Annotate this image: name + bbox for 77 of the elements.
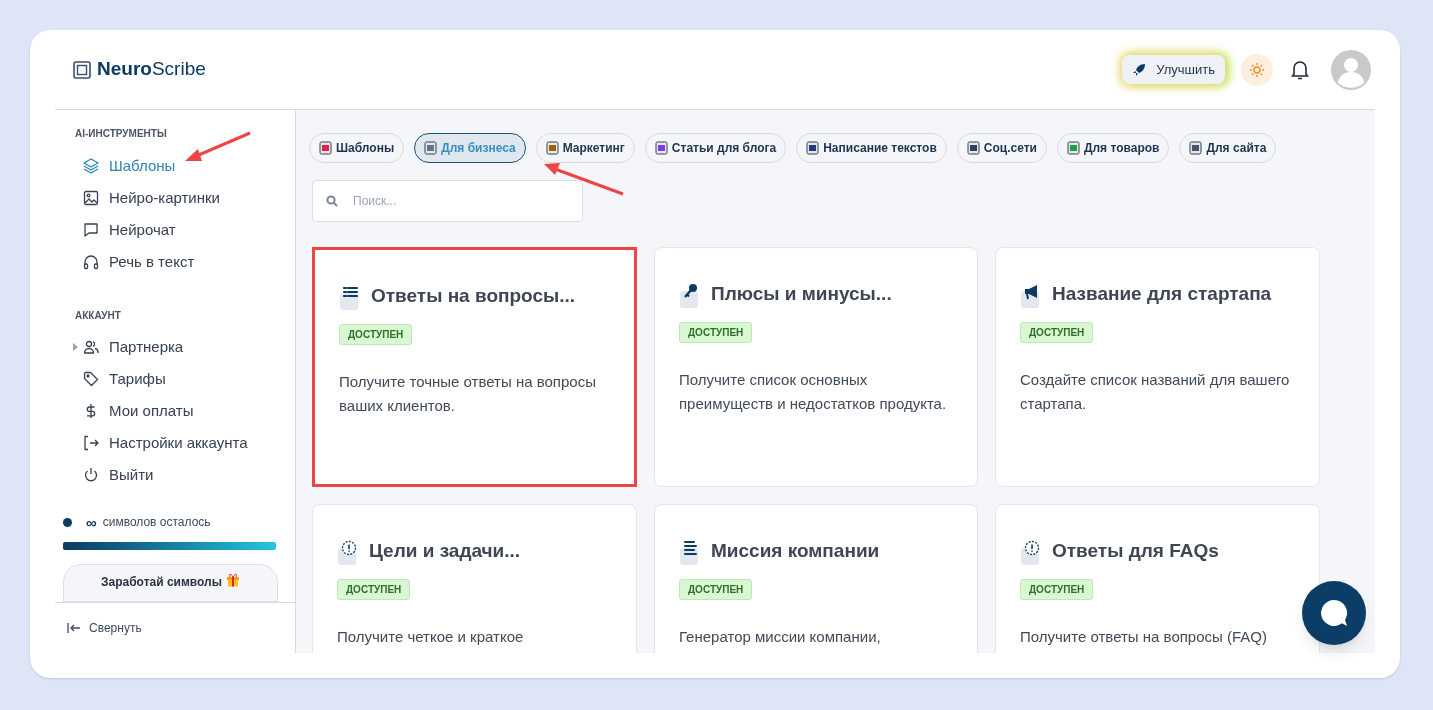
collapse-button[interactable]: Свернуть (67, 619, 142, 637)
avatar-icon[interactable] (1331, 49, 1371, 90)
image-icon (83, 190, 99, 206)
sidebar-item[interactable]: Тарифы (83, 367, 166, 391)
sidebar-item[interactable]: Выйти (83, 463, 154, 487)
upgrade-button[interactable]: Улучшить (1122, 55, 1225, 84)
category-chip[interactable]: Соц.сети (956, 133, 1047, 163)
template-card[interactable]: Название для стартапа ДОСТУПЕН Создайте список названий для вашего стартапа. (995, 247, 1320, 487)
card-description: Получите четкое и краткое (337, 626, 525, 647)
status-badge: ДОСТУПЕН (679, 578, 753, 600)
status-badge: ДОСТУПЕН (1020, 578, 1094, 600)
sidebar-item[interactable]: Шаблоны (83, 154, 176, 178)
category-icon (1066, 141, 1080, 155)
sidebar-item[interactable]: Настройки аккаунта (83, 431, 248, 455)
card-description: Получите ответы на вопросы (FAQ) (1020, 626, 1268, 647)
chat-bubble-icon (1320, 599, 1348, 627)
credit-amount: ∞ (86, 514, 97, 530)
power-icon (83, 467, 99, 483)
card-title: Цели и задачи... (369, 539, 521, 563)
section-heading: AI-ИНСТРУМЕНТЫ (75, 127, 168, 141)
template-card[interactable]: Ответы на вопросы... ДОСТУПЕН Получите точные ответы на вопросы ваших клиентов. (312, 247, 637, 487)
category-icon (654, 141, 668, 155)
expand-caret-icon[interactable] (73, 343, 78, 351)
logo-text: NeuroScribe (97, 57, 206, 82)
category-chip[interactable]: Шаблоны (309, 133, 405, 163)
card-title: Название для стартапа (1052, 282, 1272, 306)
category-icon (424, 141, 438, 155)
card-title: Миссия компании (711, 539, 880, 563)
earn-credits-button[interactable]: Заработай символы (63, 564, 278, 602)
users-icon (83, 339, 99, 355)
template-card[interactable]: Цели и задачи... ДОСТУПЕН Получите четкое и краткое (312, 504, 637, 653)
category-icon (545, 141, 559, 155)
category-chip[interactable]: Статьи для блога (644, 133, 787, 163)
category-chip[interactable]: Для товаров (1056, 133, 1170, 163)
chat-icon (83, 222, 99, 238)
category-chip[interactable]: Написание текстов (796, 133, 947, 163)
annotation-arrow (184, 131, 252, 164)
card-description: Получите точные ответы на вопросы ваших клиентов. (339, 371, 597, 416)
card-title: Плюсы и минусы... (711, 282, 892, 306)
sidebar-item[interactable]: Речь в текст (83, 250, 195, 274)
search-icon (326, 195, 338, 207)
section-heading: АККАУНТ (75, 309, 122, 323)
status-badge: ДОСТУПЕН (337, 578, 411, 600)
theme-toggle-button[interactable] (1241, 53, 1273, 86)
sidebar-item[interactable]: Нейро-картинки (83, 186, 220, 210)
category-icon (319, 141, 332, 155)
headphones-icon (83, 254, 99, 270)
card-title: Ответы для FAQs (1052, 539, 1219, 563)
credits-remaining-text: символов осталось (102, 514, 211, 531)
template-card[interactable]: Миссия компании ДОСТУПЕН Генератор миссии компании, (654, 504, 978, 653)
sidebar-item[interactable]: Партнерка (83, 335, 184, 359)
card-title: Ответы на вопросы... (371, 284, 576, 308)
logo-icon (73, 60, 91, 79)
template-card[interactable]: Плюсы и минусы... ДОСТУПЕН Получите список основных преимуществ и недостатков продукта. (654, 247, 978, 487)
sidebar-item[interactable]: Мои оплаты (83, 399, 194, 423)
card-description: Генератор миссии компании, (679, 626, 882, 647)
sun-icon (1249, 61, 1265, 78)
search-field[interactable]: Поиск... (312, 180, 583, 222)
status-badge: ДОСТУПЕН (339, 323, 413, 345)
layers-icon (83, 158, 99, 174)
rocket-icon (1132, 62, 1147, 77)
status-badge: ДОСТУПЕН (679, 321, 753, 343)
card-description: Создайте список названий для вашего стартапа. (1020, 369, 1291, 414)
notification-bell-icon[interactable] (1291, 59, 1309, 80)
category-icon (966, 141, 980, 155)
collapse-icon (67, 623, 81, 633)
template-card[interactable]: Ответы для FAQs ДОСТУПЕН Получите ответы на вопросы (FAQ) (995, 504, 1320, 653)
logout-icon (83, 435, 99, 451)
sidebar-item[interactable]: Нейрочат (83, 218, 176, 242)
card-description: Получите список основных преимуществ и недостатков продукта. (679, 369, 948, 414)
category-icon (1189, 141, 1203, 155)
category-icon (806, 141, 820, 155)
gift-icon (225, 573, 240, 587)
status-badge: ДОСТУПЕН (1020, 321, 1094, 343)
category-chip[interactable]: Для сайта (1179, 133, 1277, 163)
category-chip[interactable]: Маркетинг (535, 133, 635, 163)
tag-icon (83, 371, 99, 387)
